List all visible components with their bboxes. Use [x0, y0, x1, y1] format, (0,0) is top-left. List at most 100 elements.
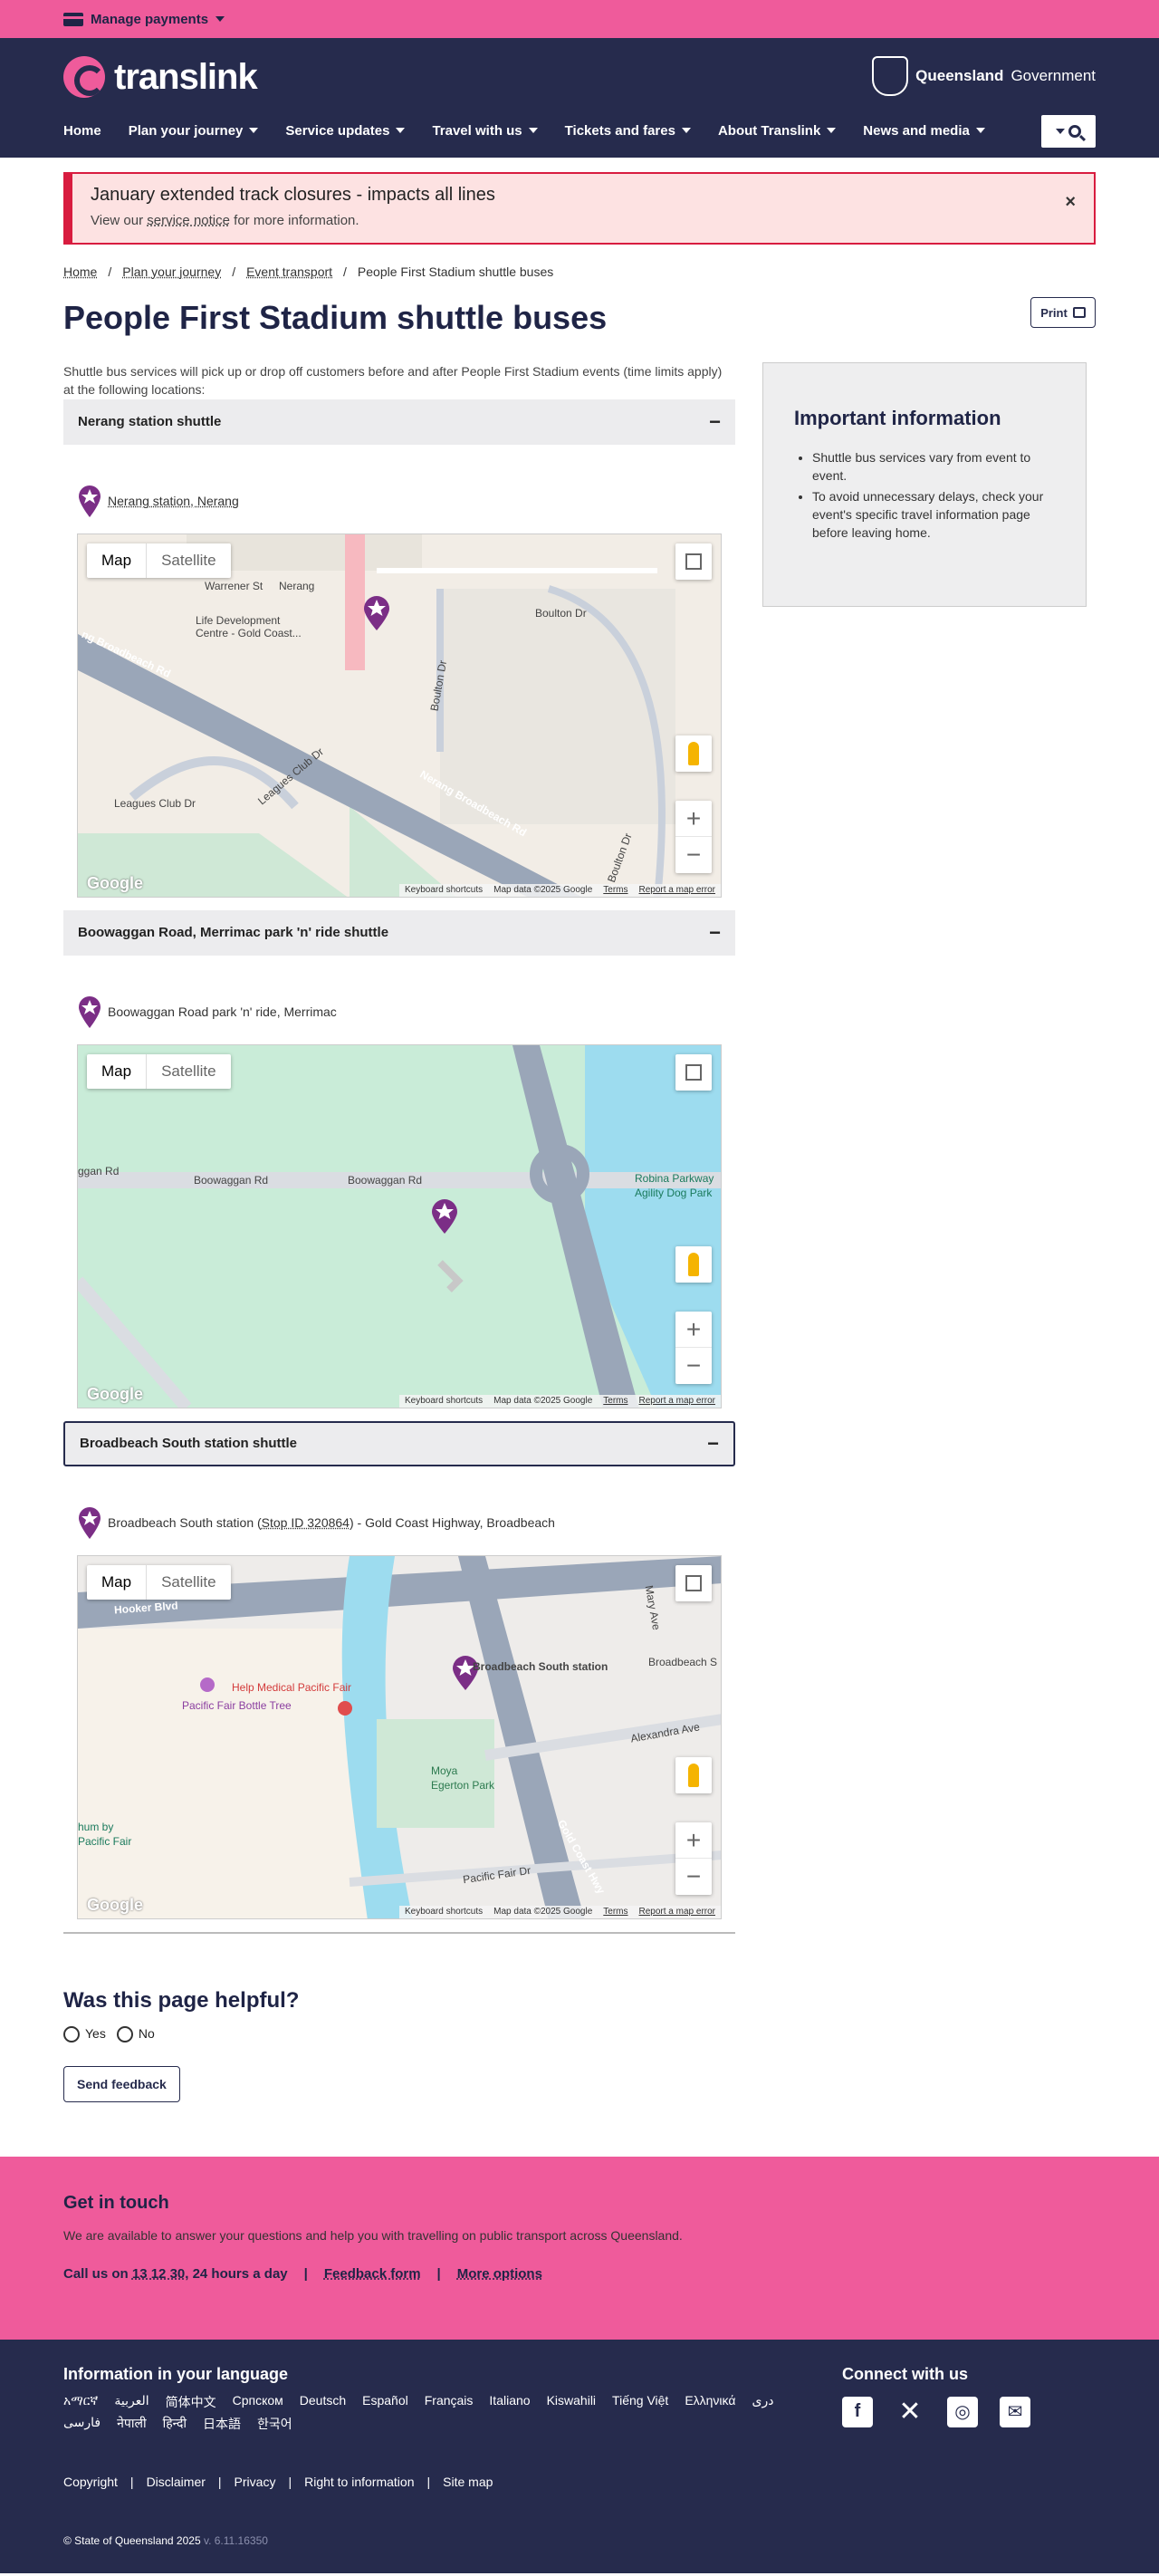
feedback-no-label: No	[138, 2025, 155, 2041]
google-logo[interactable]: Google	[87, 1896, 143, 1915]
language-link[interactable]: Kiswahili	[547, 2393, 596, 2411]
street-view-pegman[interactable]	[675, 1245, 712, 1283]
report-map-error-link[interactable]: Report a map error	[639, 1907, 715, 1917]
terms-link[interactable]: Terms	[603, 1396, 627, 1406]
language-link[interactable]: Deutsch	[300, 2393, 346, 2411]
language-link[interactable]: فارسی	[63, 2415, 101, 2433]
zoom-in-button[interactable]: +	[675, 1312, 712, 1348]
nav-plan-your-journey[interactable]: Plan your journey	[129, 123, 259, 139]
language-link[interactable]: دری	[752, 2393, 773, 2411]
nav-travel-with-us[interactable]: Travel with us	[432, 123, 538, 139]
map-label: Robina Parkway	[635, 1171, 714, 1185]
send-feedback-button[interactable]: Send feedback	[63, 2065, 180, 2102]
keyboard-shortcuts-link[interactable]: Keyboard shortcuts	[405, 1396, 483, 1406]
language-link[interactable]: Српском	[233, 2393, 283, 2411]
report-map-error-link[interactable]: Report a map error	[639, 885, 715, 895]
collapse-icon: −	[709, 409, 721, 433]
terms-link[interactable]: Terms	[603, 1907, 627, 1917]
language-link[interactable]: हिन्दी	[163, 2415, 187, 2433]
language-link[interactable]: Español	[362, 2393, 408, 2411]
language-link[interactable]: Tiếng Việt	[612, 2393, 668, 2411]
nav-about-translink[interactable]: About Translink	[718, 123, 837, 139]
map-type-map-button[interactable]: Map	[87, 543, 146, 578]
language-link[interactable]: Français	[425, 2393, 474, 2411]
map-attribution: Keyboard shortcuts Map data ©2025 Google…	[398, 1905, 721, 1918]
breadcrumb-event-transport[interactable]: Event transport	[246, 264, 332, 279]
map-type-map-button[interactable]: Map	[87, 1054, 146, 1089]
language-link[interactable]: नेपाली	[117, 2415, 146, 2433]
report-map-error-link[interactable]: Report a map error	[639, 1396, 715, 1406]
language-link[interactable]: 한국어	[257, 2415, 292, 2433]
search-button[interactable]	[1041, 115, 1096, 148]
close-icon[interactable]: ×	[1065, 192, 1076, 213]
feedback-yes-radio[interactable]: Yes	[63, 2026, 106, 2043]
keyboard-shortcuts-link[interactable]: Keyboard shortcuts	[405, 1907, 483, 1917]
fullscreen-button[interactable]	[675, 1564, 712, 1601]
phone-link[interactable]: 13 12 30	[132, 2266, 185, 2282]
keyboard-shortcuts-link[interactable]: Keyboard shortcuts	[405, 885, 483, 895]
translink-logo[interactable]: translink	[63, 56, 258, 98]
google-logo[interactable]: Google	[87, 874, 143, 893]
privacy-link[interactable]: Privacy	[235, 2475, 276, 2489]
nav-tickets-and-fares[interactable]: Tickets and fares	[565, 123, 691, 139]
language-link[interactable]: 简体中文	[166, 2393, 216, 2411]
logo-text: translink	[114, 56, 258, 97]
feedback-form-link[interactable]: Feedback form	[324, 2266, 421, 2282]
facebook-icon[interactable]: f	[842, 2396, 873, 2427]
breadcrumb-home[interactable]: Home	[63, 264, 97, 279]
boowaggan-map[interactable]: Boowaggan Rd Boowaggan Rd ggan Rd Robina…	[77, 1043, 722, 1408]
map-type-satellite-button[interactable]: Satellite	[146, 1564, 230, 1600]
zoom-in-button[interactable]: +	[675, 801, 712, 837]
more-options-link[interactable]: More options	[457, 2266, 542, 2282]
nav-label: News and media	[863, 122, 970, 139]
email-icon[interactable]: ✉	[1000, 2396, 1030, 2427]
street-view-pegman[interactable]	[675, 1756, 712, 1793]
map-label: Pacific Fair Bottle Tree	[182, 1698, 292, 1712]
accordion-broadbeach-header[interactable]: Broadbeach South station shuttle −	[63, 1420, 735, 1466]
instagram-icon[interactable]: ◎	[947, 2396, 978, 2427]
list-item: Shuttle bus services vary from event to …	[812, 448, 1055, 485]
broadbeach-map[interactable]: Hooker Blvd Broadbeach South station Hel…	[77, 1554, 722, 1919]
feedback-no-radio[interactable]: No	[116, 2025, 155, 2043]
language-link[interactable]: 日本語	[203, 2415, 241, 2433]
stop-id-link[interactable]: Stop ID 320864	[262, 1515, 350, 1530]
site-map-link[interactable]: Site map	[443, 2475, 493, 2489]
service-notice-link[interactable]: service notice	[147, 213, 230, 228]
x-twitter-icon[interactable]: ✕	[895, 2397, 925, 2427]
breadcrumb: Home / Plan your journey / Event transpo…	[63, 264, 1096, 279]
language-link[interactable]: Ελληνικά	[685, 2393, 735, 2411]
disclaimer-link[interactable]: Disclaimer	[147, 2475, 206, 2489]
manage-payments-menu[interactable]: Manage payments	[63, 12, 225, 27]
language-link[interactable]: العربية	[114, 2393, 148, 2411]
zoom-out-button[interactable]: −	[675, 1348, 712, 1384]
payment-card-icon	[63, 12, 83, 26]
map-type-satellite-button[interactable]: Satellite	[146, 1053, 230, 1089]
site-footer: Information in your language አማርኛ العربي…	[0, 2339, 1159, 2573]
fullscreen-button[interactable]	[675, 1053, 712, 1091]
language-link[interactable]: አማርኛ	[63, 2393, 98, 2411]
zoom-out-button[interactable]: −	[675, 837, 712, 873]
right-to-information-link[interactable]: Right to information	[304, 2475, 414, 2489]
location-link[interactable]: Nerang station, Nerang	[108, 494, 239, 508]
nerang-map[interactable]: Warrener St Nerang Life Development Cent…	[77, 533, 722, 898]
fullscreen-button[interactable]	[675, 543, 712, 580]
breadcrumb-plan-your-journey[interactable]: Plan your journey	[122, 264, 221, 279]
language-link[interactable]: Italiano	[489, 2393, 530, 2411]
nav-service-updates[interactable]: Service updates	[285, 123, 406, 139]
manage-payments-label: Manage payments	[91, 11, 209, 27]
nav-news-and-media[interactable]: News and media	[863, 123, 985, 139]
map-type-satellite-button[interactable]: Satellite	[146, 543, 230, 578]
google-logo[interactable]: Google	[87, 1385, 143, 1404]
print-button[interactable]: Print	[1030, 297, 1096, 328]
accordion-nerang-header[interactable]: Nerang station shuttle −	[63, 399, 735, 445]
zoom-in-button[interactable]: +	[675, 1822, 712, 1859]
queensland-government-logo[interactable]: Queensland Government	[872, 56, 1096, 96]
copyright-link[interactable]: Copyright	[63, 2475, 118, 2489]
nav-home[interactable]: Home	[63, 123, 101, 139]
terms-link[interactable]: Terms	[603, 885, 627, 895]
accordion-boowaggan-header[interactable]: Boowaggan Road, Merrimac park 'n' ride s…	[63, 909, 735, 956]
nav-label: Tickets and fares	[564, 122, 675, 139]
map-type-map-button[interactable]: Map	[87, 1565, 146, 1600]
street-view-pegman[interactable]	[675, 735, 712, 772]
zoom-out-button[interactable]: −	[675, 1859, 712, 1895]
